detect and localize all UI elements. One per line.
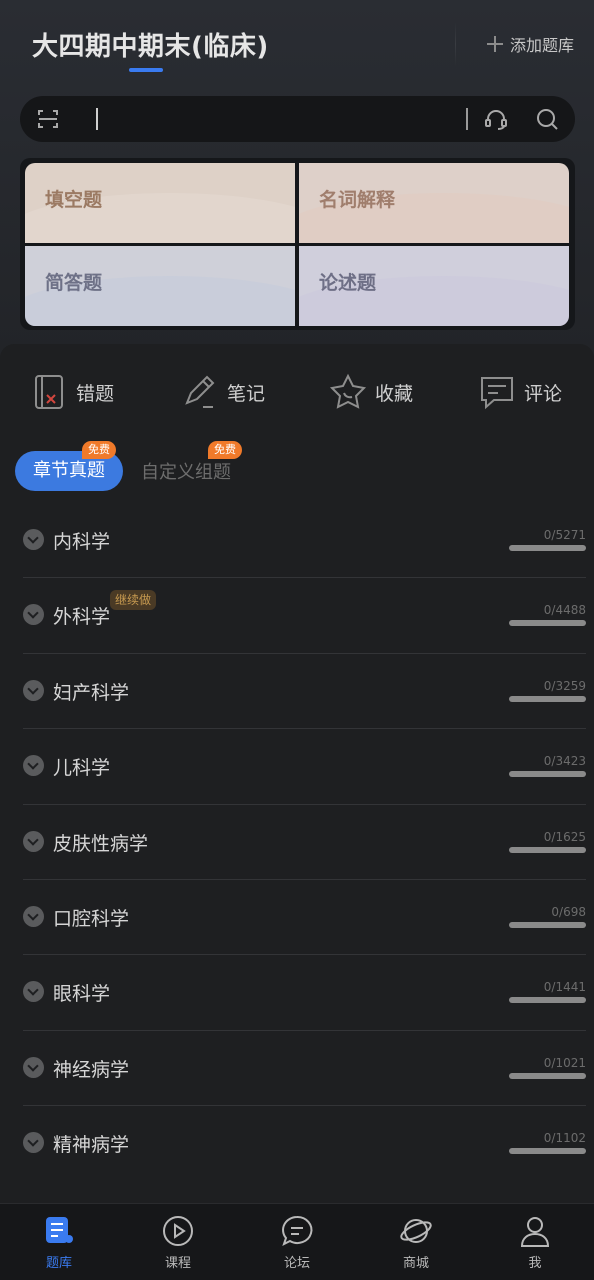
chapter-count: 0/5271 xyxy=(543,528,586,542)
notes-button[interactable]: 笔记 xyxy=(181,372,265,412)
chevron-down-icon[interactable] xyxy=(23,981,44,1003)
comment-icon xyxy=(481,377,513,410)
list-item[interactable]: 神经病学 0/1021 xyxy=(23,1031,586,1107)
tab-label: 商城 xyxy=(402,1256,429,1271)
chevron-down-icon[interactable] xyxy=(23,830,44,852)
header: 大四期中期末(临床) 添加题库 xyxy=(0,0,594,86)
progress-bar xyxy=(509,997,586,1004)
tool-label: 评论 xyxy=(524,382,563,405)
star-icon xyxy=(329,373,367,409)
progress-bar xyxy=(509,545,586,551)
comments-button[interactable]: 评论 xyxy=(478,372,562,412)
free-badge: 免费 xyxy=(82,441,116,459)
wrong-book-icon xyxy=(35,375,63,409)
add-question-bank-button[interactable]: 添加题库 xyxy=(486,32,574,56)
chevron-down-icon[interactable] xyxy=(23,755,44,777)
list-item[interactable]: 眼科学 0/1441 xyxy=(23,955,586,1031)
chapter-name: 内科学 xyxy=(53,531,111,553)
progress-bar xyxy=(509,695,586,702)
chapter-count: 0/1625 xyxy=(543,829,586,844)
wrong-questions-button[interactable]: 错题 xyxy=(30,372,114,412)
category-label: 填空题 xyxy=(45,189,103,211)
title-underline xyxy=(129,68,163,72)
chapter-count: 0/3259 xyxy=(543,678,586,693)
add-question-bank-label: 添加题库 xyxy=(510,36,575,55)
chevron-down-icon[interactable] xyxy=(23,1056,44,1078)
progress-bar xyxy=(509,1072,586,1079)
list-item[interactable]: 儿科学 0/3423 xyxy=(23,729,586,805)
chapter-list: 内科学 0/5271 外科学 继续做 0/4488 妇产科学 0/3259 儿科… xyxy=(23,503,586,1182)
list-item[interactable]: 精神病学 0/1102 xyxy=(23,1106,586,1181)
tab-forum[interactable]: 论坛 xyxy=(257,1214,337,1271)
chapter-name: 儿科学 xyxy=(53,757,111,780)
chapter-count: 0/4488 xyxy=(543,603,586,618)
tab-label: 题库 xyxy=(45,1256,72,1271)
tab-me[interactable]: 我 xyxy=(495,1214,575,1271)
list-item[interactable]: 口腔科学 0/698 xyxy=(23,880,586,956)
chapter-name: 外科学 xyxy=(53,606,111,629)
chevron-down-icon[interactable] xyxy=(23,1132,44,1154)
progress-bar xyxy=(509,846,586,853)
favorites-button[interactable]: 收藏 xyxy=(329,372,413,412)
tab-label: 我 xyxy=(528,1256,542,1271)
search-input[interactable] xyxy=(96,108,98,130)
chapter-count: 0/1102 xyxy=(543,1131,586,1146)
progress-bar xyxy=(509,921,586,928)
tab-store[interactable]: 商城 xyxy=(376,1214,456,1271)
header-divider xyxy=(455,22,456,66)
page-title[interactable]: 大四期中期末(临床) xyxy=(32,26,269,63)
list-item[interactable]: 外科学 继续做 0/4488 xyxy=(23,578,586,654)
chapter-name: 妇产科学 xyxy=(53,681,130,704)
chapter-count: 0/3423 xyxy=(543,754,586,769)
bottom-tab-bar: 题库 课程 论坛 商城 我 xyxy=(0,1203,594,1280)
free-badge: 免费 xyxy=(208,441,242,459)
chapter-name: 精神病学 xyxy=(53,1134,130,1157)
chapter-name: 口腔科学 xyxy=(53,907,130,930)
question-bank-icon xyxy=(46,1217,73,1243)
category-term-explanation[interactable]: 名词解释 xyxy=(299,163,569,243)
chevron-down-icon[interactable] xyxy=(23,905,44,927)
headset-icon[interactable] xyxy=(484,107,508,131)
tool-label: 错题 xyxy=(76,382,115,405)
user-icon xyxy=(520,1217,550,1247)
chapter-count: 0/698 xyxy=(551,904,586,919)
search-bar[interactable] xyxy=(20,96,575,142)
tab-course[interactable]: 课程 xyxy=(138,1214,218,1271)
tab-label: 论坛 xyxy=(283,1256,310,1271)
continue-badge[interactable]: 继续做 xyxy=(110,590,157,611)
category-short-answer[interactable]: 简答题 xyxy=(25,246,295,326)
chapter-name: 眼科学 xyxy=(53,983,111,1006)
plus-icon xyxy=(486,35,504,53)
category-label: 名词解释 xyxy=(319,189,396,211)
tool-label: 笔记 xyxy=(227,382,266,405)
list-item[interactable]: 皮肤性病学 0/1625 xyxy=(23,805,586,880)
tool-label: 收藏 xyxy=(375,382,414,405)
chat-icon xyxy=(282,1215,313,1246)
chapter-name: 皮肤性病学 xyxy=(53,832,149,855)
chapter-name: 神经病学 xyxy=(53,1058,130,1081)
scan-icon[interactable] xyxy=(36,107,60,131)
progress-bar xyxy=(509,771,586,778)
planet-icon xyxy=(400,1219,432,1243)
search-divider xyxy=(466,108,468,130)
progress-bar xyxy=(509,620,586,627)
chapter-count: 0/1441 xyxy=(543,980,586,995)
search-icon[interactable] xyxy=(535,107,559,131)
tab-custom-quiz[interactable]: 自定义组题 xyxy=(141,458,231,484)
list-item[interactable]: 妇产科学 0/3259 xyxy=(23,654,586,730)
category-label: 论述题 xyxy=(319,272,377,294)
chevron-down-icon[interactable] xyxy=(23,679,44,701)
chevron-down-icon[interactable] xyxy=(23,529,44,550)
list-item[interactable]: 内科学 0/5271 xyxy=(23,503,586,579)
category-essay[interactable]: 论述题 xyxy=(299,246,569,326)
progress-bar xyxy=(509,1148,586,1155)
tab-label: 课程 xyxy=(164,1256,191,1271)
play-icon xyxy=(163,1216,193,1246)
pencil-icon xyxy=(185,375,215,408)
tab-question-bank[interactable]: 题库 xyxy=(19,1214,99,1271)
category-label: 简答题 xyxy=(45,272,103,294)
chevron-down-icon[interactable] xyxy=(23,604,44,626)
category-fill-blank[interactable]: 填空题 xyxy=(25,163,295,243)
chapter-count: 0/1021 xyxy=(543,1055,586,1070)
